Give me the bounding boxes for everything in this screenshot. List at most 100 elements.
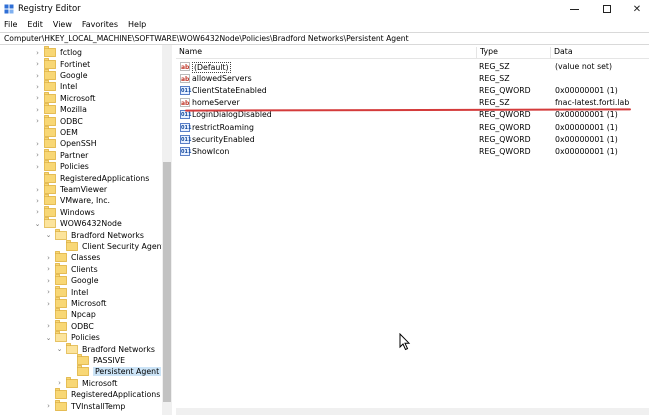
tree-item[interactable]: › Windows xyxy=(34,205,95,219)
tree-item[interactable]: › fctlog xyxy=(34,46,82,59)
chevron-down-icon[interactable]: ⌄ xyxy=(34,219,41,229)
chevron-right-icon[interactable]: › xyxy=(56,378,63,388)
value-row[interactable]: 011 ShowIcon REG_QWORD 0x00000001 (1) xyxy=(176,146,649,158)
expander-placeholder xyxy=(56,242,63,252)
folder-icon xyxy=(55,285,67,297)
column-type[interactable]: Type xyxy=(476,47,550,59)
menu-file[interactable]: File xyxy=(4,18,17,32)
chevron-right-icon[interactable]: › xyxy=(34,185,41,195)
close-button[interactable]: ✕ xyxy=(622,0,649,18)
chevron-right-icon[interactable]: › xyxy=(45,276,52,286)
values-horizontal-scrollbar[interactable] xyxy=(176,408,649,415)
chevron-right-icon[interactable]: › xyxy=(45,264,52,274)
value-row[interactable]: 011 restrictRoaming REG_QWORD 0x00000001 (1… xyxy=(176,122,649,134)
value-row[interactable]: 011 LoginDialogDisabled REG_QWORD 0x0000000… xyxy=(176,109,649,121)
tree-item[interactable]: › Mozilla xyxy=(34,103,87,116)
tree-item[interactable]: ⌄ WOW6432Node xyxy=(34,217,122,230)
folder-icon xyxy=(44,46,56,58)
tree-item[interactable]: › OpenSSH xyxy=(34,137,97,150)
value-type: REG_QWORD xyxy=(479,86,531,96)
menu-favorites[interactable]: Favorites xyxy=(82,18,118,32)
tree-item[interactable]: ⌄ Bradford Networks xyxy=(56,342,155,355)
value-row[interactable]: 011 securityEnabled REG_QWORD 0x00000001 (1… xyxy=(176,134,649,146)
column-data[interactable]: Data xyxy=(550,47,649,59)
expander-placeholder xyxy=(34,128,41,138)
folder-icon xyxy=(55,228,67,240)
tree-scrollbar-thumb[interactable] xyxy=(163,162,171,402)
folder-icon xyxy=(44,57,56,69)
menu-view[interactable]: View xyxy=(53,18,72,32)
value-name: ShowIcon xyxy=(192,146,230,156)
chevron-right-icon[interactable]: › xyxy=(34,82,41,92)
tree-item[interactable]: PASSIVE xyxy=(67,354,125,367)
tree-item[interactable]: RegisteredApplications xyxy=(34,171,150,184)
value-row[interactable]: ab homeServer REG_SZ fnac-latest.forti.lab xyxy=(176,97,649,109)
chevron-right-icon[interactable]: › xyxy=(34,162,41,172)
tree-item-label: Classes xyxy=(71,253,101,263)
tree-item-label: TVInstallTemp xyxy=(71,401,126,411)
tree-item[interactable]: › Google xyxy=(45,274,99,287)
binary-value-icon: 011 xyxy=(180,86,192,96)
tree-item[interactable]: › Intel xyxy=(45,285,88,298)
tree-item[interactable]: ⌄ Bradford Networks xyxy=(45,228,144,241)
tree-item[interactable]: › Google xyxy=(34,69,88,82)
chevron-right-icon[interactable]: › xyxy=(34,196,41,206)
value-row[interactable]: 011 ClientStateEnabled REG_QWORD 0x00000001… xyxy=(176,85,649,97)
tree-item[interactable]: Persistent Agent xyxy=(67,365,162,378)
chevron-right-icon[interactable]: › xyxy=(34,48,41,58)
maximize-button[interactable] xyxy=(592,0,622,18)
tree-item-label: Microsoft xyxy=(82,378,118,388)
tree-item[interactable]: › VMware, Inc. xyxy=(34,194,111,207)
chevron-right-icon[interactable]: › xyxy=(34,207,41,217)
tree-item[interactable]: OEM xyxy=(34,126,78,139)
tree-item[interactable]: › ODBC xyxy=(45,319,94,333)
menu-edit[interactable]: Edit xyxy=(27,18,43,32)
chevron-right-icon[interactable]: › xyxy=(34,93,41,103)
chevron-right-icon[interactable]: › xyxy=(34,150,41,160)
chevron-right-icon[interactable]: › xyxy=(45,253,52,263)
tree-item[interactable]: › Microsoft xyxy=(56,376,118,390)
chevron-down-icon[interactable]: ⌄ xyxy=(45,230,52,240)
chevron-right-icon[interactable]: › xyxy=(34,116,41,126)
minimize-icon xyxy=(569,8,579,10)
chevron-right-icon[interactable]: › xyxy=(45,299,52,309)
minimize-button[interactable] xyxy=(559,0,589,18)
chevron-right-icon[interactable]: › xyxy=(34,139,41,149)
tree-item-label: RegisteredApplications xyxy=(60,173,150,183)
chevron-right-icon[interactable]: › xyxy=(45,321,52,331)
tree-item[interactable]: › Partner xyxy=(34,148,88,162)
folder-icon xyxy=(44,137,56,149)
chevron-right-icon[interactable]: › xyxy=(34,71,41,81)
tree-item[interactable]: › Clients xyxy=(45,262,98,276)
chevron-down-icon[interactable]: ⌄ xyxy=(45,333,52,343)
values-list: Name Type Data ab (Default) REG_SZ (value n… xyxy=(176,45,649,415)
tree-item[interactable]: › Fortinet xyxy=(34,57,90,70)
chevron-right-icon[interactable]: › xyxy=(45,287,52,297)
tree-item[interactable]: Npcap xyxy=(45,308,96,321)
tree-item[interactable]: › ODBC xyxy=(34,114,83,127)
binary-value-icon: 011 xyxy=(180,146,192,156)
tree-item[interactable]: › Intel xyxy=(34,80,77,93)
tree-item[interactable]: › TVInstallTemp xyxy=(45,399,126,412)
folder-icon xyxy=(44,148,56,160)
column-name[interactable]: Name xyxy=(176,47,476,59)
value-data: 0x00000001 (1) xyxy=(555,146,618,156)
tree-item-label: VMware, Inc. xyxy=(60,196,111,206)
binary-value-icon: 011 xyxy=(180,134,192,144)
tree-item[interactable]: ⌄ Policies xyxy=(45,331,100,344)
chevron-right-icon[interactable]: › xyxy=(34,105,41,115)
tree-item[interactable]: › Microsoft xyxy=(34,91,95,105)
folder-icon xyxy=(44,80,56,92)
address-bar[interactable]: Computer\HKEY_LOCAL_MACHINE\SOFTWARE\WOW… xyxy=(0,32,649,45)
tree-item[interactable]: RegisteredApplications xyxy=(45,388,160,401)
tree-item[interactable]: › Policies xyxy=(34,160,89,173)
chevron-down-icon[interactable]: ⌄ xyxy=(56,344,63,354)
value-row[interactable]: ab (Default) REG_SZ (value not set) xyxy=(176,61,649,73)
chevron-right-icon[interactable]: › xyxy=(45,401,52,411)
tree-item[interactable]: Client Security Agent xyxy=(56,240,165,253)
tree-item-label: PASSIVE xyxy=(93,356,125,366)
menu-help[interactable]: Help xyxy=(128,18,146,32)
chevron-right-icon[interactable]: › xyxy=(34,59,41,69)
tree-item[interactable]: › Classes xyxy=(45,251,101,264)
value-row[interactable]: ab allowedServers REG_SZ xyxy=(176,73,649,85)
